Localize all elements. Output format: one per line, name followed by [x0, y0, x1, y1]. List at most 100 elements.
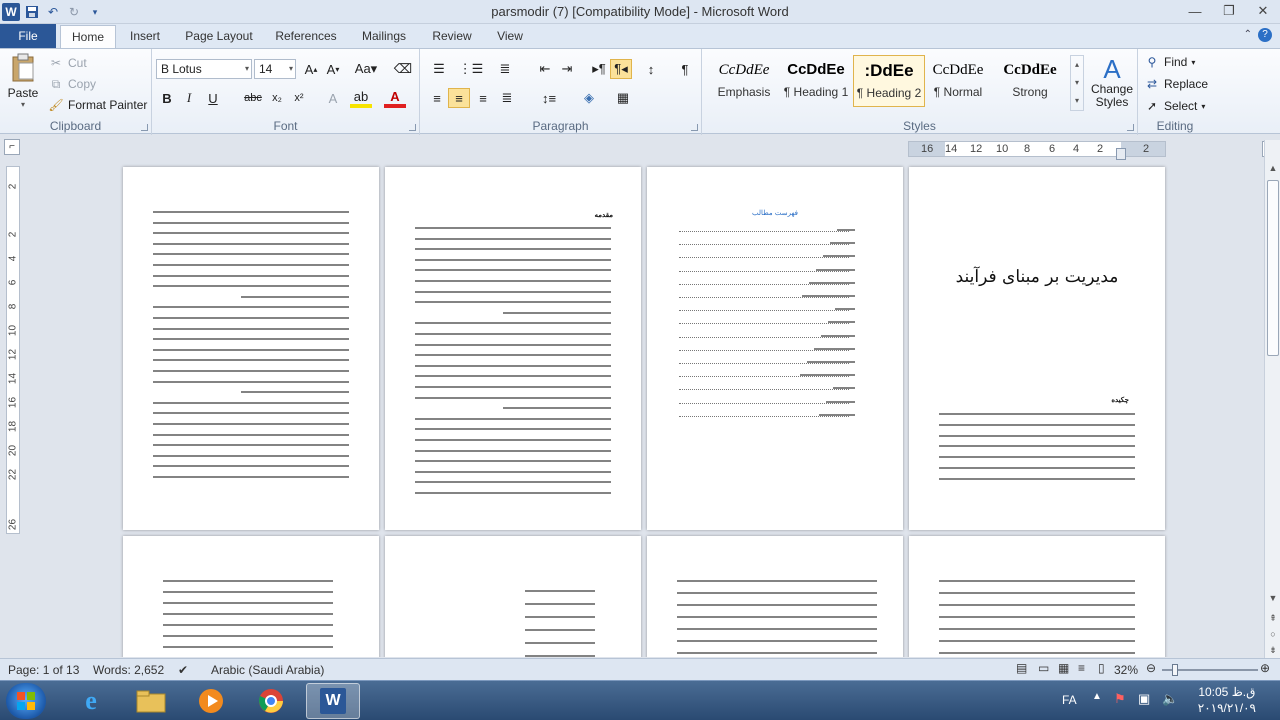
scroll-up-icon[interactable]: ▲ [1265, 160, 1280, 176]
superscript-button[interactable]: x² [288, 88, 310, 108]
grow-font-button[interactable]: A ▴ [300, 59, 322, 79]
scroll-thumb[interactable] [1267, 180, 1279, 356]
document-canvas[interactable]: مقدمه فهرست مطالب مدیریت بر مبنای فرآیند… [22, 160, 1264, 657]
ltr-direction-icon[interactable]: ▸¶ [588, 59, 610, 79]
cut-button[interactable]: ✂ Cut [48, 55, 87, 71]
font-size-box[interactable]: 14 ▾ [254, 59, 296, 79]
browse-object-icon[interactable]: ○ [1265, 626, 1280, 642]
previous-page-icon[interactable]: ⇞ [1265, 610, 1280, 626]
tray-expand-icon[interactable]: ▲ [1092, 691, 1102, 702]
strikethrough-button[interactable]: abc [240, 88, 266, 108]
page-6[interactable] [909, 536, 1165, 657]
change-styles-button[interactable]: A Change Styles [1088, 55, 1136, 109]
underline-button[interactable]: U [202, 88, 224, 108]
borders-icon[interactable]: ▦ [612, 88, 634, 108]
full-screen-icon[interactable]: ▭ [1038, 661, 1049, 675]
media-player-icon[interactable] [184, 683, 238, 719]
paste-button[interactable]: Paste ▾ [6, 53, 40, 109]
style-heading-2[interactable]: :DdEe ¶ Heading 2 [853, 55, 925, 107]
scroll-down-icon[interactable]: ▼ [1265, 590, 1280, 606]
page-1-cover[interactable]: مدیریت بر مبنای فرآیند چکیده [909, 167, 1165, 530]
word-taskbar-icon[interactable]: W [306, 683, 360, 719]
bold-button[interactable]: B [156, 88, 178, 108]
page-3[interactable]: مقدمه [385, 167, 641, 530]
clear-formatting-icon[interactable]: ⌫ [392, 59, 414, 79]
style-normal[interactable]: CcDdEe ¶ Normal [922, 55, 994, 107]
page-9[interactable] [123, 536, 379, 657]
replace-button[interactable]: ⇄ Replace [1144, 76, 1208, 92]
bullets-icon[interactable]: ☰ [428, 59, 450, 79]
tab-review[interactable]: Review [426, 25, 478, 48]
font-color-button[interactable]: A [384, 88, 406, 108]
highlight-button[interactable]: ab [350, 88, 372, 108]
change-case-button[interactable]: Aa▾ [352, 59, 380, 79]
line-spacing-icon[interactable]: ↕≡ [538, 88, 560, 108]
minimize-ribbon-icon[interactable]: ⌃ [1244, 29, 1252, 40]
shading-icon[interactable]: ◈ [578, 88, 600, 108]
format-painter-button[interactable]: 🖌 Format Painter [48, 97, 147, 113]
font-name-box[interactable]: B Lotus ▾ [156, 59, 252, 79]
align-left-icon[interactable]: ≡ [426, 88, 448, 108]
tab-file[interactable]: File [0, 24, 56, 48]
chrome-icon[interactable] [244, 683, 298, 719]
input-language[interactable]: FA [1062, 693, 1077, 707]
rtl-direction-icon[interactable]: ¶◂ [610, 59, 632, 79]
close-button[interactable]: ✕ [1246, 0, 1280, 22]
align-center-icon[interactable]: ≡ [448, 88, 470, 108]
multilevel-list-icon[interactable]: ≣ [494, 59, 516, 79]
clock[interactable]: 10:05 ق.ظ ۲۰۱۹/۲۱/۰۹ [1198, 684, 1256, 716]
print-layout-icon[interactable]: ▤ [1016, 661, 1027, 675]
zoom-slider[interactable] [1162, 664, 1258, 676]
select-button[interactable]: ➚ Select ▾ [1144, 98, 1205, 114]
shrink-font-button[interactable]: A ▾ [322, 59, 344, 79]
italic-button[interactable]: I [178, 88, 200, 108]
style-strong[interactable]: CcDdEe Strong [994, 55, 1066, 107]
justify-icon[interactable]: ≣ [496, 88, 518, 108]
styles-launcher[interactable] [1127, 124, 1134, 131]
page-7[interactable] [647, 536, 903, 657]
numbering-icon[interactable]: ⋮☰ [459, 59, 484, 79]
tab-home[interactable]: Home [60, 25, 116, 48]
help-icon[interactable]: ? [1258, 28, 1272, 42]
outline-icon[interactable]: ≡ [1078, 661, 1085, 675]
align-right-icon[interactable]: ≡ [472, 88, 494, 108]
style-emphasis[interactable]: CcDdEe Emphasis [708, 55, 780, 107]
tab-references[interactable]: References [270, 25, 342, 48]
zoom-out-icon[interactable]: ⊖ [1146, 661, 1156, 675]
page-5[interactable] [123, 167, 379, 530]
zoom-level[interactable]: 32% [1114, 663, 1138, 677]
horizontal-ruler[interactable]: 16 14 12 10 8 6 4 2 2 [908, 141, 1166, 160]
network-icon[interactable]: ▣ [1138, 691, 1150, 707]
proofing-icon[interactable]: ✔ [178, 663, 188, 677]
font-launcher[interactable] [409, 124, 416, 131]
draft-icon[interactable]: ▯ [1098, 661, 1105, 675]
vertical-scrollbar[interactable]: ▲ ▼ ⇞ ○ ⇟ [1264, 140, 1280, 658]
restore-button[interactable]: ❐ [1212, 0, 1246, 22]
paragraph-launcher[interactable] [691, 124, 698, 131]
styles-scroll[interactable]: ▴ ▾ ▾ [1070, 55, 1084, 111]
next-page-icon[interactable]: ⇟ [1265, 642, 1280, 658]
sort-icon[interactable]: ↕ [640, 59, 662, 79]
tab-selector-button[interactable]: ⌐ [4, 139, 20, 155]
tab-mailings[interactable]: Mailings [354, 25, 414, 48]
page-2[interactable]: فهرست مطالب [647, 167, 903, 530]
subscript-button[interactable]: x₂ [266, 88, 288, 108]
volume-icon[interactable]: 🔈 [1162, 691, 1178, 707]
decrease-indent-icon[interactable]: ⇤ [534, 59, 556, 79]
start-button[interactable] [6, 683, 46, 719]
internet-explorer-icon[interactable]: e [64, 683, 118, 719]
word-count[interactable]: Words: 2,652 [93, 663, 164, 677]
action-center-icon[interactable]: ⚑ [1114, 691, 1126, 707]
copy-button[interactable]: ⧉ Copy [48, 76, 96, 92]
vertical-ruler[interactable]: 2 2 4 6 8 10 12 14 16 18 20 22 26 [6, 166, 20, 534]
minimize-button[interactable]: — [1178, 0, 1212, 22]
increase-indent-icon[interactable]: ⇥ [556, 59, 578, 79]
tab-insert[interactable]: Insert [122, 25, 168, 48]
page-8[interactable] [385, 536, 641, 657]
show-marks-icon[interactable]: ¶ [674, 59, 696, 79]
page-count[interactable]: Page: 1 of 13 [8, 663, 79, 677]
language-indicator[interactable]: Arabic (Saudi Arabia) [211, 663, 324, 677]
tab-page-layout[interactable]: Page Layout [180, 25, 258, 48]
indent-marker[interactable] [1116, 148, 1126, 160]
web-layout-icon[interactable]: ▦ [1058, 661, 1069, 675]
